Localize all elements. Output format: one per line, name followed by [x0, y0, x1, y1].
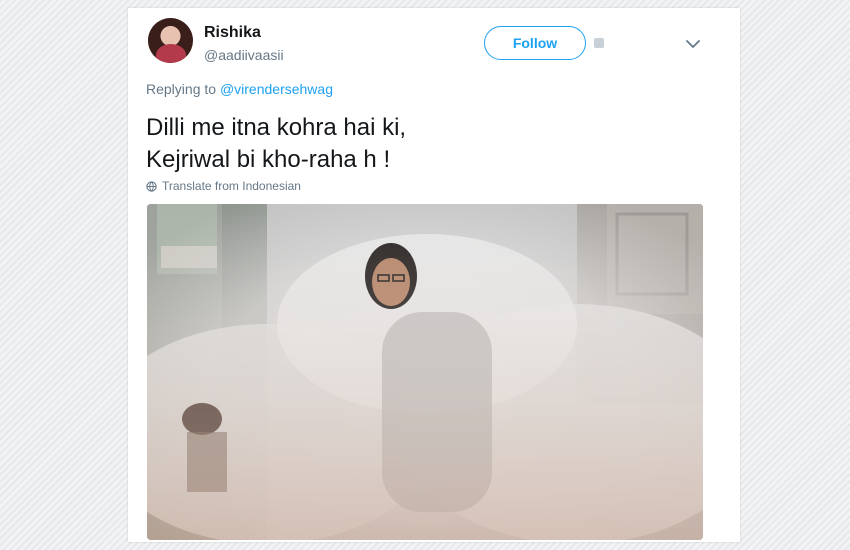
tweet-card: Rishika @aadiivaasii Follow Replying to …: [128, 8, 740, 542]
replying-prefix: Replying to: [146, 81, 217, 97]
tweet-text-line: Dilli me itna kohra hai ki,: [146, 114, 407, 141]
translate-link[interactable]: Translate from Indonesian: [146, 179, 301, 193]
globe-icon: [146, 180, 157, 192]
smoke-scene-image: [147, 204, 703, 540]
user-handle[interactable]: @aadiivaasii: [204, 47, 284, 63]
replying-to: Replying to @virendersehwag: [146, 81, 333, 97]
avatar[interactable]: [148, 18, 193, 63]
chevron-down-icon[interactable]: [685, 36, 701, 52]
user-icon: [594, 38, 604, 48]
tweet-image[interactable]: [147, 204, 703, 540]
replying-mention-link[interactable]: @virendersehwag: [220, 81, 333, 97]
user-name[interactable]: Rishika: [204, 24, 261, 42]
follow-button[interactable]: Follow: [484, 26, 586, 60]
tweet-text-line: Kejriwal bi kho-raha h !: [146, 146, 391, 173]
translate-label: Translate from Indonesian: [162, 179, 301, 193]
tweet-text: Dilli me itna kohra hai ki, Kejriwal bi …: [146, 112, 706, 176]
